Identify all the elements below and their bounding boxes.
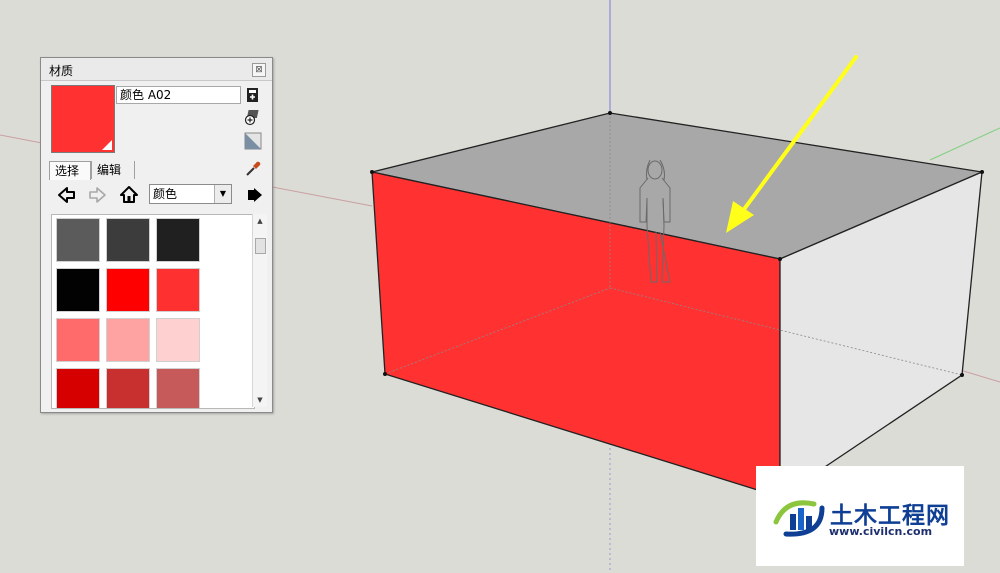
civilcn-logo-icon: [773, 500, 825, 537]
swatch-scrollbar[interactable]: ▲ ▼: [252, 214, 267, 407]
scroll-down-icon[interactable]: ▼: [253, 393, 267, 407]
red-axis-far: [959, 369, 1000, 383]
materials-panel[interactable]: 材质 ⊠ 颜色 A02 选择 编辑 颜色 ▼ ▲ ▼: [40, 57, 273, 413]
material-swatch[interactable]: [106, 368, 150, 408]
material-swatch[interactable]: [156, 318, 200, 362]
material-name-field[interactable]: 颜色 A02: [116, 86, 241, 104]
tab-edit[interactable]: 编辑: [91, 161, 135, 179]
home-icon[interactable]: [119, 185, 139, 205]
eyedropper-icon[interactable]: [244, 160, 262, 178]
green-axis: [929, 127, 1000, 161]
create-material-icon[interactable]: [244, 86, 262, 104]
arrow-right-icon[interactable]: [87, 185, 107, 205]
tab-select[interactable]: 选择: [49, 161, 91, 180]
library-dropdown[interactable]: 颜色 ▼: [149, 184, 232, 204]
material-swatch[interactable]: [106, 218, 150, 262]
material-swatch[interactable]: [106, 268, 150, 312]
details-arrow-icon[interactable]: [245, 185, 265, 205]
chevron-down-icon[interactable]: ▼: [214, 185, 231, 203]
material-preview-swatch[interactable]: [51, 85, 115, 153]
material-swatch[interactable]: [56, 318, 100, 362]
watermark-logo: 土木工程网 www.civilcn.com: [756, 466, 964, 566]
material-swatch[interactable]: [56, 268, 100, 312]
close-icon[interactable]: ⊠: [252, 63, 266, 77]
watermark-url: www.civilcn.com: [829, 525, 933, 538]
scroll-up-icon[interactable]: ▲: [253, 214, 267, 228]
material-swatch[interactable]: [156, 268, 200, 312]
material-swatch[interactable]: [156, 368, 200, 408]
material-swatch[interactable]: [56, 368, 100, 408]
material-swatch[interactable]: [56, 218, 100, 262]
material-swatch[interactable]: [156, 218, 200, 262]
material-swatch[interactable]: [106, 318, 150, 362]
default-material-icon[interactable]: [244, 132, 262, 150]
material-swatch-grid[interactable]: [51, 214, 255, 409]
library-dropdown-value: 颜色: [153, 187, 178, 201]
arrow-left-icon[interactable]: [57, 185, 77, 205]
scroll-thumb[interactable]: [255, 238, 266, 254]
panel-titlebar[interactable]: 材质 ⊠: [41, 58, 272, 81]
library-navigation: 颜色 ▼: [49, 184, 267, 206]
sample-paint-icon[interactable]: [244, 108, 262, 126]
panel-title: 材质: [49, 64, 74, 78]
